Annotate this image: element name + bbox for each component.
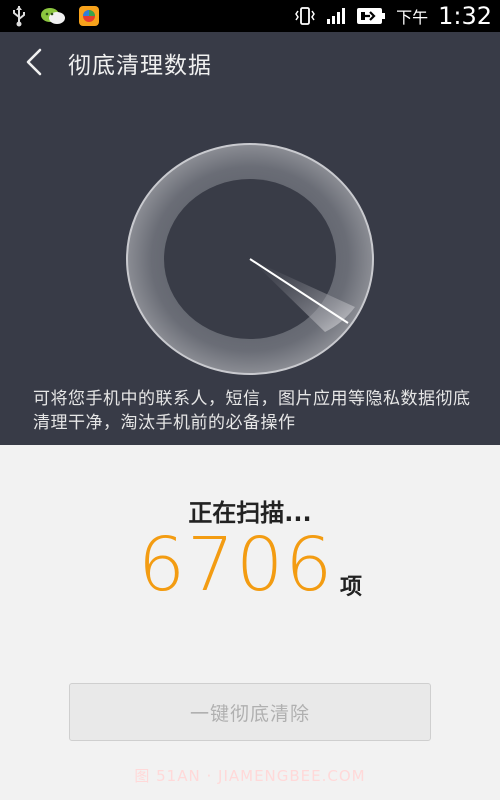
status-time-period: 下午 <box>396 8 429 27</box>
vibrate-icon <box>294 6 316 26</box>
hero-panel: 彻底清理数据 可将您手机中的联系人，短信，图片应用等隐私数据彻底清理干净，淘汰手… <box>0 32 500 445</box>
page-title: 彻底清理数据 <box>68 53 212 79</box>
status-bar: 下午 1:32 <box>0 0 500 32</box>
scan-count-unit: 项 <box>340 575 363 600</box>
one-click-clean-button[interactable]: 一键彻底清除 <box>69 683 431 741</box>
signal-icon <box>326 7 346 25</box>
scan-item-count: 6706 <box>138 522 335 608</box>
usb-icon <box>10 5 28 27</box>
status-bar-system: 下午 1:32 <box>294 0 492 32</box>
feature-description: 可将您手机中的联系人，短信，图片应用等隐私数据彻底清理干净，淘汰手机前的必备操作 <box>33 389 471 433</box>
wechat-notification-icon <box>40 5 66 27</box>
app-notification-icon <box>78 5 100 27</box>
battery-charging-icon <box>356 6 386 26</box>
status-time: 1:32 <box>438 2 492 30</box>
status-bar-notifications <box>10 4 100 28</box>
screen: 下午 1:32 彻底清理数据 可将您手机中的联系人，短信，图片应用等隐私数据彻底… <box>0 0 500 800</box>
chevron-left-icon <box>16 44 52 80</box>
back-button[interactable] <box>16 44 52 80</box>
title-bar: 彻底清理数据 <box>0 32 500 92</box>
scan-count-row: 6706 项 <box>0 525 500 605</box>
scan-progress-dial <box>125 142 375 377</box>
watermark: 图 51AN · JIAMENGBEE.COM <box>134 767 366 785</box>
